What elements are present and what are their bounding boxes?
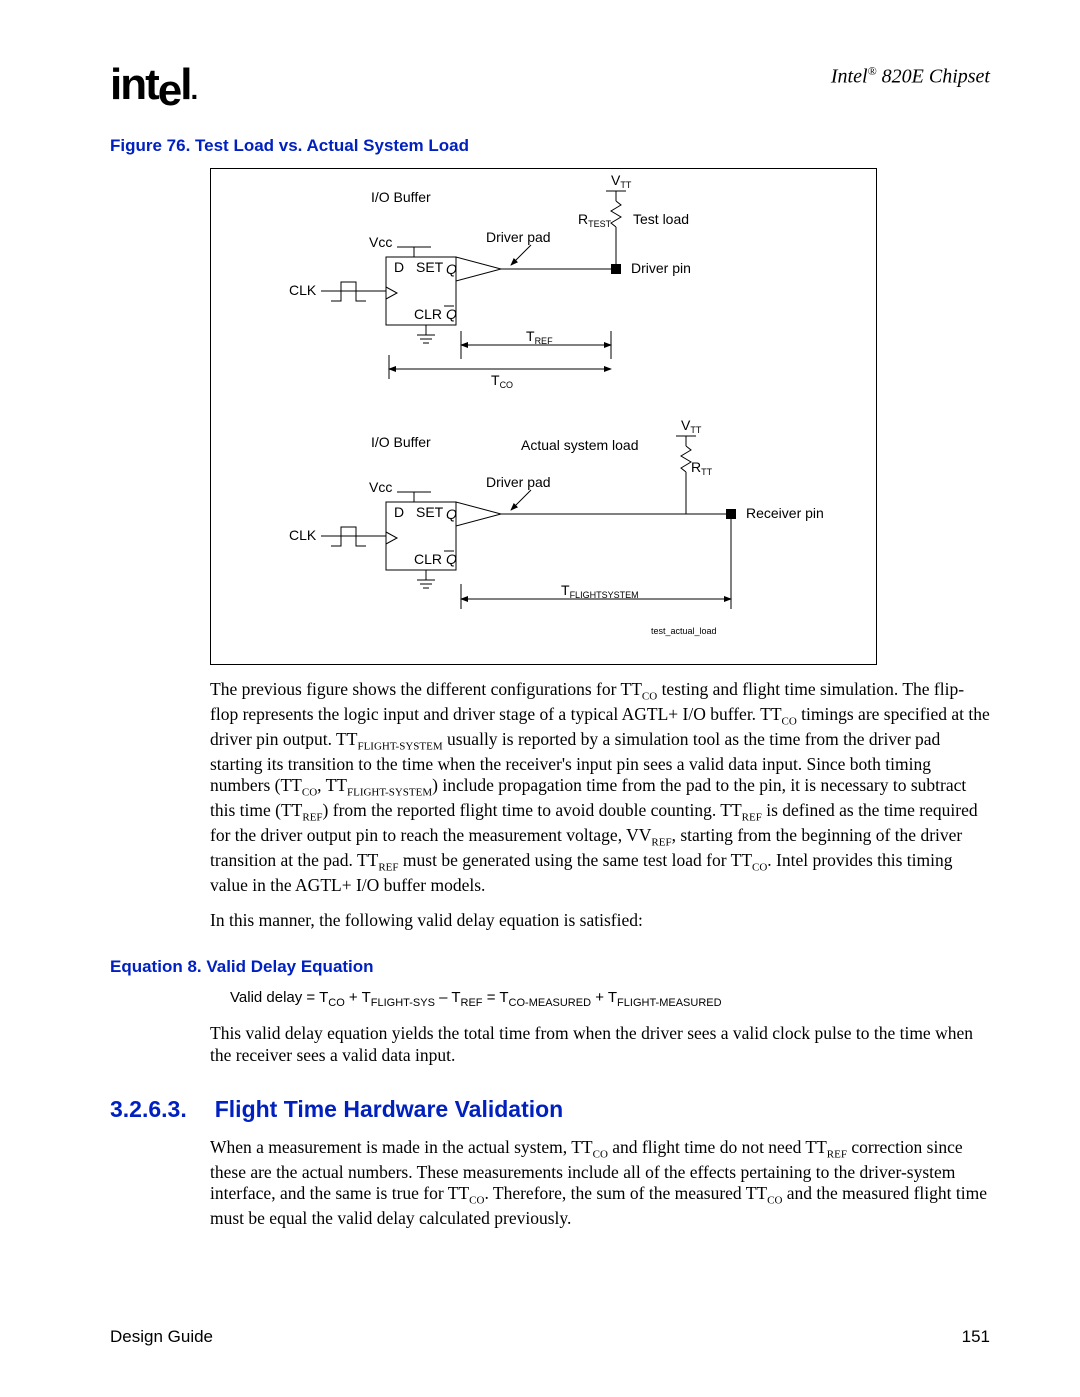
- svg-text:test_actual_load: test_actual_load: [651, 626, 717, 636]
- svg-text:CLR: CLR: [414, 551, 442, 567]
- figure-caption: Figure 76. Test Load vs. Actual System L…: [110, 136, 990, 156]
- svg-text:VTT: VTT: [611, 172, 632, 190]
- svg-text:Receiver pin: Receiver pin: [746, 505, 824, 521]
- svg-text:Q: Q: [446, 261, 457, 277]
- section-title: Flight Time Hardware Validation: [215, 1096, 563, 1123]
- svg-text:Driver pad: Driver pad: [486, 229, 551, 245]
- svg-text:Actual system load: Actual system load: [521, 437, 639, 453]
- svg-text:Driver pin: Driver pin: [631, 260, 691, 276]
- paragraph-1: The previous figure shows the different …: [210, 679, 990, 896]
- svg-text:SET: SET: [416, 504, 444, 520]
- footer-page-number: 151: [962, 1327, 990, 1347]
- page-header: intel. Intel® 820E Chipset: [110, 60, 990, 110]
- svg-text:Q: Q: [446, 551, 457, 567]
- svg-text:Q: Q: [446, 506, 457, 522]
- svg-text:Vcc: Vcc: [369, 234, 392, 250]
- svg-text:CLK: CLK: [289, 282, 317, 298]
- svg-text:RTT: RTT: [691, 459, 713, 477]
- equation-caption: Equation 8. Valid Delay Equation: [110, 957, 990, 977]
- svg-text:CLR: CLR: [414, 306, 442, 322]
- svg-text:Q: Q: [446, 306, 457, 322]
- paragraph-4: When a measurement is made in the actual…: [210, 1137, 990, 1230]
- page-footer: Design Guide 151: [110, 1327, 990, 1347]
- figure-diagram: D SET Q CLR Q CLK Vcc I/O Buffer: [210, 168, 877, 665]
- svg-text:CLK: CLK: [289, 527, 317, 543]
- page: intel. Intel® 820E Chipset Figure 76. Te…: [0, 0, 1080, 1397]
- equation-text: Valid delay = TCO + TFLIGHT-SYS – TREF =…: [230, 989, 990, 1009]
- svg-text:Vcc: Vcc: [369, 479, 392, 495]
- svg-text:TCO: TCO: [491, 372, 513, 390]
- svg-text:Test load: Test load: [633, 211, 689, 227]
- svg-text:D: D: [394, 259, 404, 275]
- svg-text:SET: SET: [416, 259, 444, 275]
- chipset-title: Intel® 820E Chipset: [831, 64, 990, 89]
- svg-text:I/O Buffer: I/O Buffer: [371, 189, 431, 205]
- svg-text:Driver pad: Driver pad: [486, 474, 551, 490]
- intel-logo: intel.: [110, 60, 196, 110]
- section-heading: 3.2.6.3. Flight Time Hardware Validation: [110, 1096, 990, 1123]
- svg-text:TFLIGHTSYSTEM: TFLIGHTSYSTEM: [561, 582, 639, 600]
- footer-left: Design Guide: [110, 1327, 213, 1347]
- paragraph-3: This valid delay equation yields the tot…: [210, 1023, 990, 1066]
- svg-text:TREF: TREF: [526, 328, 553, 346]
- svg-text:VTT: VTT: [681, 417, 702, 435]
- svg-text:D: D: [394, 504, 404, 520]
- svg-text:RTEST: RTEST: [578, 211, 612, 229]
- paragraph-2: In this manner, the following valid dela…: [210, 910, 990, 931]
- svg-text:I/O Buffer: I/O Buffer: [371, 434, 431, 450]
- section-number: 3.2.6.3.: [110, 1096, 187, 1123]
